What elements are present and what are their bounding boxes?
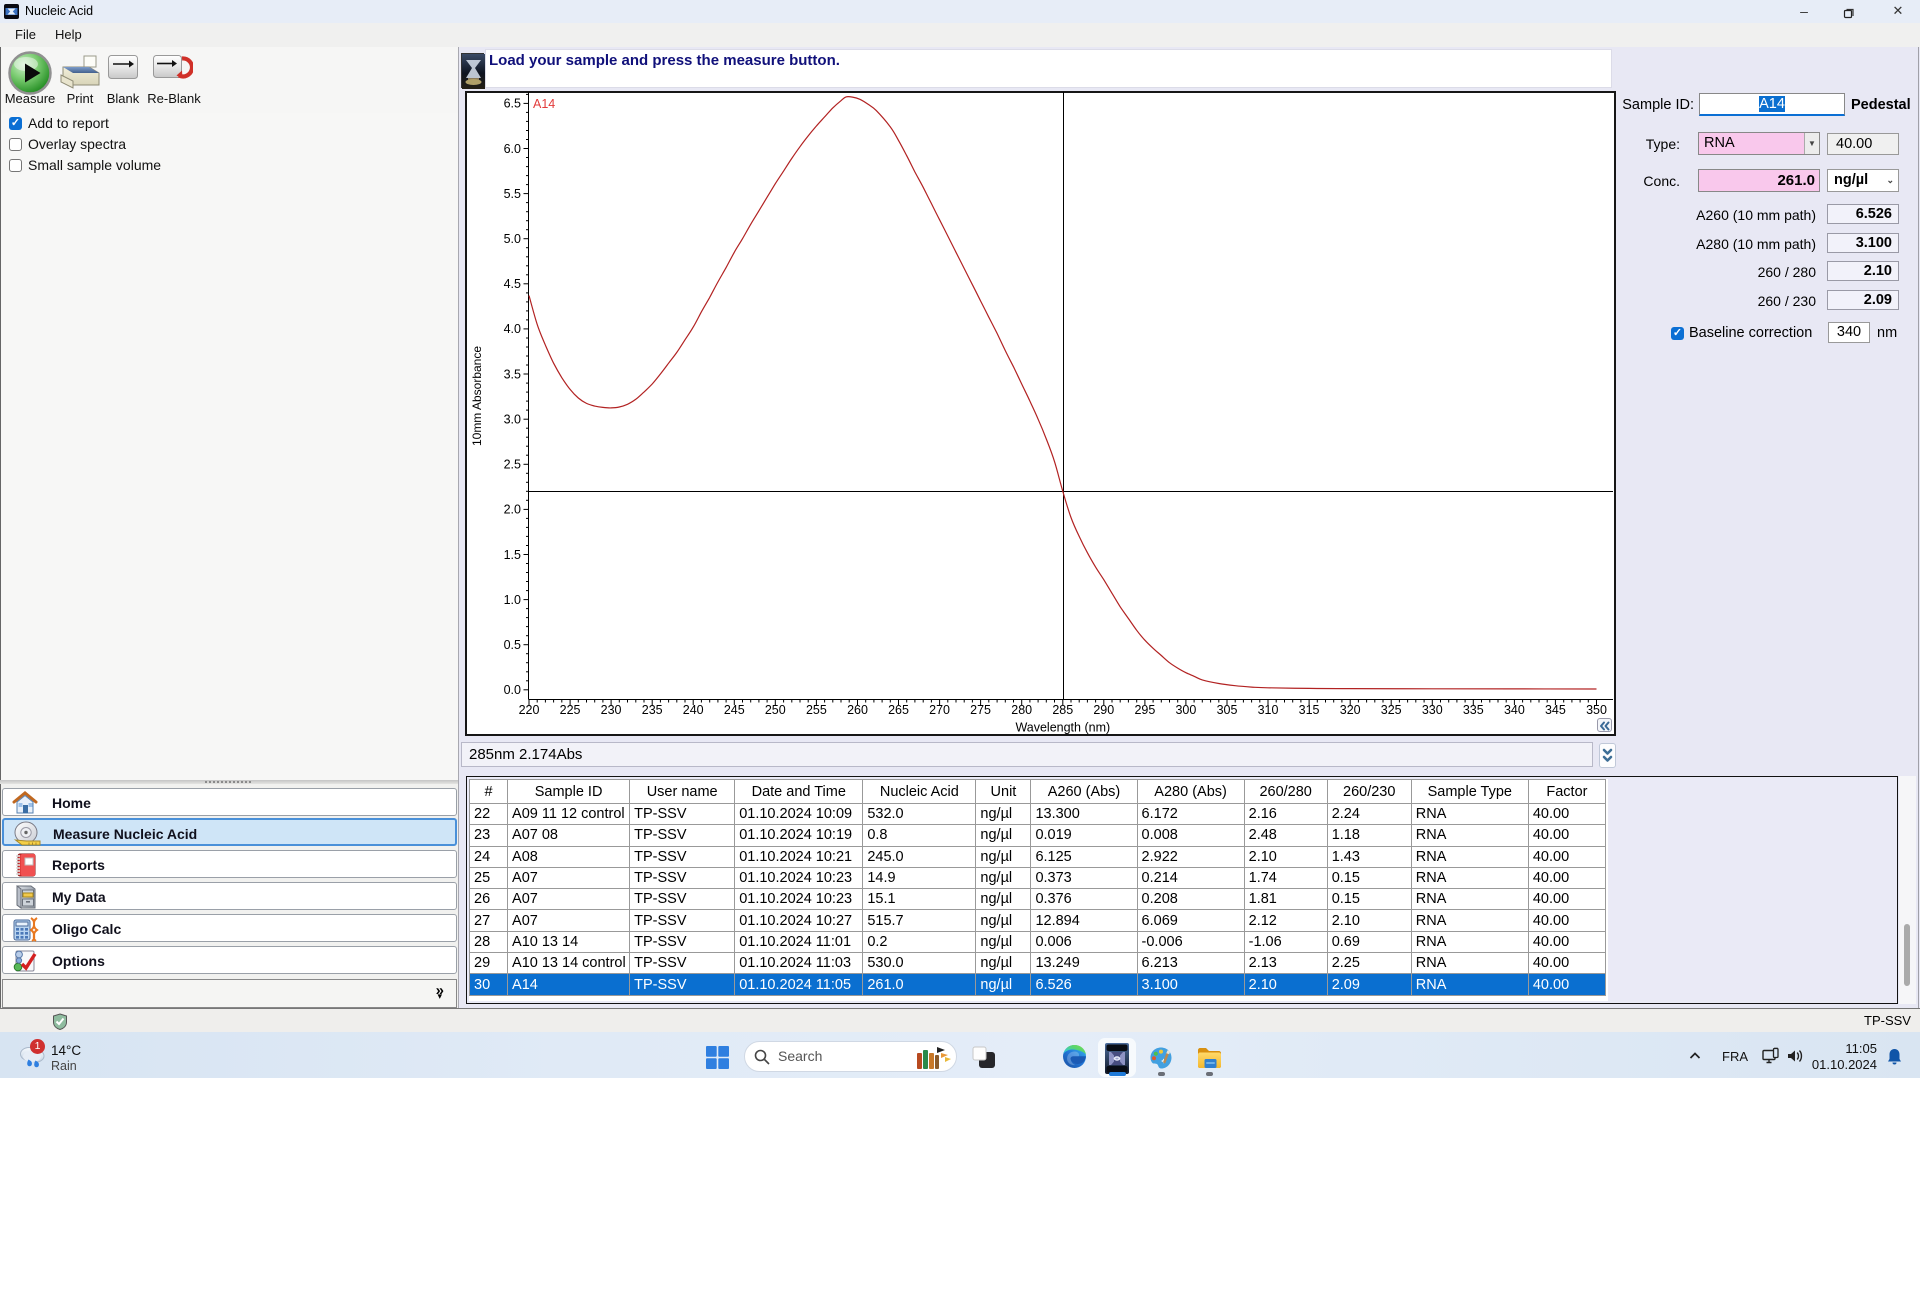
svg-text:350: 350 — [1586, 703, 1607, 717]
svg-text:310: 310 — [1258, 703, 1279, 717]
svg-text:0.5: 0.5 — [504, 638, 521, 652]
svg-text:260: 260 — [847, 703, 868, 717]
svg-text:275: 275 — [970, 703, 991, 717]
svg-text:315: 315 — [1299, 703, 1320, 717]
svg-text:245: 245 — [724, 703, 745, 717]
svg-text:6.5: 6.5 — [504, 97, 521, 111]
svg-text:335: 335 — [1463, 703, 1484, 717]
svg-text:1.5: 1.5 — [504, 548, 521, 562]
svg-text:325: 325 — [1381, 703, 1402, 717]
svg-text:2.0: 2.0 — [504, 503, 521, 517]
svg-text:5.0: 5.0 — [504, 232, 521, 246]
svg-text:235: 235 — [642, 703, 663, 717]
svg-text:225: 225 — [560, 703, 581, 717]
svg-text:A14: A14 — [533, 97, 555, 111]
svg-text:320: 320 — [1340, 703, 1361, 717]
svg-text:300: 300 — [1175, 703, 1196, 717]
svg-text:305: 305 — [1217, 703, 1238, 717]
svg-text:3.5: 3.5 — [504, 367, 521, 381]
svg-text:280: 280 — [1011, 703, 1032, 717]
svg-text:265: 265 — [888, 703, 909, 717]
svg-text:340: 340 — [1504, 703, 1525, 717]
svg-text:330: 330 — [1422, 703, 1443, 717]
svg-text:295: 295 — [1134, 703, 1155, 717]
svg-text:10mm Absorbance: 10mm Absorbance — [470, 346, 484, 446]
svg-text:1.0: 1.0 — [504, 593, 521, 607]
svg-text:240: 240 — [683, 703, 704, 717]
svg-text:5.5: 5.5 — [504, 187, 521, 201]
svg-text:250: 250 — [765, 703, 786, 717]
svg-text:270: 270 — [929, 703, 950, 717]
svg-text:6.0: 6.0 — [504, 142, 521, 156]
svg-text:4.5: 4.5 — [504, 277, 521, 291]
svg-text:230: 230 — [601, 703, 622, 717]
svg-text:255: 255 — [806, 703, 827, 717]
svg-text:220: 220 — [519, 703, 540, 717]
svg-text:290: 290 — [1093, 703, 1114, 717]
svg-text:4.0: 4.0 — [504, 322, 521, 336]
svg-text:3.0: 3.0 — [504, 413, 521, 427]
svg-text:2.5: 2.5 — [504, 458, 521, 472]
svg-text:345: 345 — [1545, 703, 1566, 717]
svg-text:Wavelength (nm): Wavelength (nm) — [1015, 721, 1110, 735]
svg-text:285: 285 — [1052, 703, 1073, 717]
svg-text:0.0: 0.0 — [504, 683, 521, 697]
